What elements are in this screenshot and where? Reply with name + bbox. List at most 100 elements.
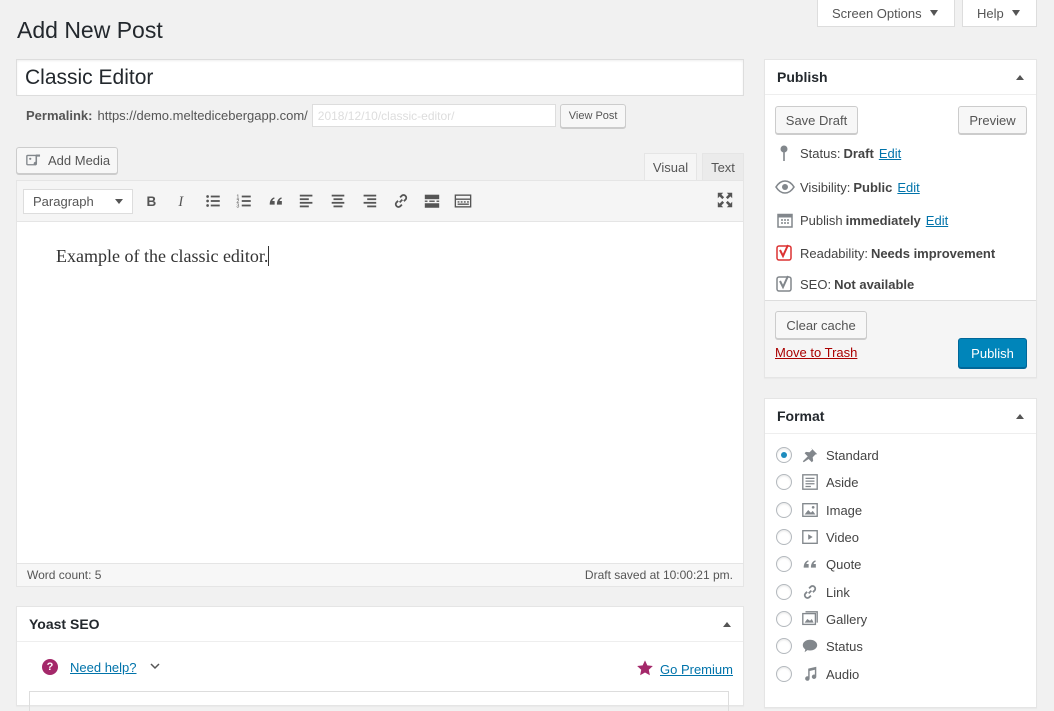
calendar-icon [775,210,795,230]
pin-icon [775,143,795,163]
format-option-image[interactable]: Image [776,500,862,520]
chevron-down-icon [115,199,123,204]
pushpin-icon [800,445,820,465]
format-option-link[interactable]: Link [776,582,850,602]
word-count: Word count: 5 [27,568,102,582]
view-post-label: View Post [568,109,618,122]
tab-text[interactable]: Text [702,153,744,181]
readability-label: Readability: [800,245,868,261]
help-question-icon: ? [42,659,58,675]
align-center-icon[interactable] [327,190,349,212]
editor-text: Example of the classic editor. [56,246,269,266]
format-label-standard: Standard [826,447,879,463]
chevron-down-icon[interactable] [149,660,161,675]
draft-saved-status: Draft saved at 10:00:21 pm. [584,568,733,582]
publish-date-edit-link[interactable]: Edit [926,213,948,228]
align-left-icon[interactable] [296,190,318,212]
caret-down-icon [929,10,938,16]
move-to-trash-link[interactable]: Move to Trash [775,345,857,360]
format-label-audio: Audio [826,666,860,682]
radio[interactable] [776,502,792,518]
toolbar-toggle-icon[interactable] [452,190,474,212]
need-help-link[interactable]: Need help? [70,660,137,675]
seo-label: SEO: [800,276,832,292]
add-media-button[interactable]: Add Media [16,147,118,174]
radio[interactable] [776,666,792,682]
bold-icon[interactable]: B [140,190,162,212]
blockquote-icon[interactable] [265,190,287,212]
preview-label: Preview [969,112,1016,128]
format-option-status[interactable]: Status [776,636,863,656]
format-label-gallery: Gallery [826,611,868,627]
italic-icon[interactable]: I [171,190,193,212]
screen-options-label: Screen Options [832,5,922,21]
editor-content[interactable]: Example of the classic editor. [17,223,743,563]
clear-cache-label: Clear cache [786,317,856,333]
text-cursor [268,246,270,266]
radio[interactable] [776,556,792,572]
post-title-input[interactable]: Classic Editor [16,59,744,96]
publish-title: Publish [777,69,828,85]
eye-icon [775,177,795,197]
add-media-label: Add Media [48,153,111,168]
save-draft-button[interactable]: Save Draft [775,106,858,134]
status-edit-link[interactable]: Edit [879,146,901,161]
readability-row: Readability: Needs improvement [775,243,998,263]
slug-value: 2018/12/10/classic-editor/ [317,108,455,123]
preview-button[interactable]: Preview [958,106,1027,134]
slug-input[interactable]: 2018/12/10/classic-editor/ [311,104,556,127]
radio[interactable] [776,638,792,654]
read-more-icon[interactable] [421,190,443,212]
format-option-gallery[interactable]: Gallery [776,609,867,629]
publish-date-row: Publish immediately Edit [775,210,948,230]
radio[interactable] [776,584,792,600]
publish-box: Publish Save Draft Preview Status: Draft… [764,59,1037,378]
numbered-list-icon[interactable]: 123 [233,190,255,212]
collapse-icon[interactable] [723,621,731,627]
tab-visual-label: Visual [652,160,689,175]
radio[interactable] [776,611,792,627]
fullscreen-icon[interactable] [714,189,736,211]
yoast-readability-icon [775,243,795,263]
music-note-icon [800,664,820,684]
format-select[interactable]: Paragraph [23,189,133,214]
radio[interactable] [776,474,792,490]
editor: Paragraph B I 123 Example of the classic… [16,180,744,587]
yoast-seo-header[interactable]: Yoast SEO [17,607,743,642]
image-icon [800,500,820,520]
align-right-icon[interactable] [358,190,380,212]
format-option-quote[interactable]: Quote [776,554,861,574]
format-option-video[interactable]: Video [776,527,859,547]
add-media-icon [25,152,43,170]
screen-options-button[interactable]: Screen Options [817,0,955,27]
collapse-icon[interactable] [1016,74,1024,80]
format-box: Format Standard Aside Image Video Quote … [764,398,1037,708]
tab-visual[interactable]: Visual [644,153,697,181]
save-draft-label: Save Draft [785,112,848,128]
format-option-standard[interactable]: Standard [776,445,879,465]
caret-down-icon [1011,10,1020,16]
tab-text-label: Text [711,160,735,175]
star-icon [636,659,654,680]
format-option-audio[interactable]: Audio [776,664,859,684]
publish-date-label: Publish [800,212,843,228]
go-premium-link[interactable]: Go Premium [660,662,733,677]
visibility-edit-link[interactable]: Edit [897,180,919,195]
svg-text:I: I [177,194,184,210]
link-icon[interactable] [390,190,412,212]
collapse-icon[interactable] [1016,413,1024,419]
format-option-aside[interactable]: Aside [776,472,859,492]
publish-header[interactable]: Publish [765,60,1036,95]
help-button[interactable]: Help [962,0,1037,27]
go-premium-row: Go Premium [636,659,733,680]
radio[interactable] [776,529,792,545]
bullet-list-icon[interactable] [202,190,224,212]
radio-selected[interactable] [776,447,792,463]
format-header[interactable]: Format [765,399,1036,434]
format-select-value: Paragraph [33,194,94,209]
visibility-row: Visibility: Public Edit [775,177,920,197]
view-post-button[interactable]: View Post [559,103,627,128]
clear-cache-button[interactable]: Clear cache [775,311,867,339]
publish-button[interactable]: Publish [958,338,1027,368]
readability-value: Needs improvement [870,245,996,261]
